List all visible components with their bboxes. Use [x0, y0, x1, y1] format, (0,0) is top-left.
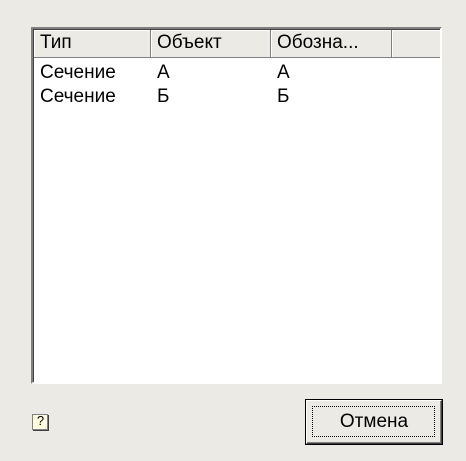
- column-header-type[interactable]: Тип: [34, 30, 151, 58]
- column-header-filler: [392, 30, 440, 58]
- objects-list[interactable]: Тип Объект Обозна... Сечение А А Сечение…: [31, 27, 442, 384]
- list-header: Тип Объект Обозна...: [34, 30, 440, 58]
- cell-type: Сечение: [40, 62, 116, 83]
- cancel-button[interactable]: Отмена: [306, 400, 442, 444]
- help-glyph: ?: [36, 413, 45, 428]
- cell-designation: Б: [277, 86, 290, 107]
- list-rows: Сечение А А Сечение Б Б: [34, 61, 440, 109]
- objects-list-viewport: Тип Объект Обозна... Сечение А А Сечение…: [34, 30, 440, 382]
- cell-object: А: [157, 62, 170, 83]
- dialog: Тип Объект Обозна... Сечение А А Сечение…: [0, 0, 466, 461]
- cell-object: Б: [157, 86, 170, 107]
- cell-designation: А: [277, 62, 290, 83]
- cell-type: Сечение: [40, 86, 116, 107]
- table-row[interactable]: Сечение Б Б: [34, 85, 440, 109]
- help-question-icon[interactable]: ?: [32, 413, 48, 430]
- column-header-designation[interactable]: Обозна...: [271, 30, 392, 58]
- cancel-button-label: Отмена: [339, 411, 409, 432]
- column-header-object[interactable]: Объект: [151, 30, 271, 58]
- table-row[interactable]: Сечение А А: [34, 61, 440, 85]
